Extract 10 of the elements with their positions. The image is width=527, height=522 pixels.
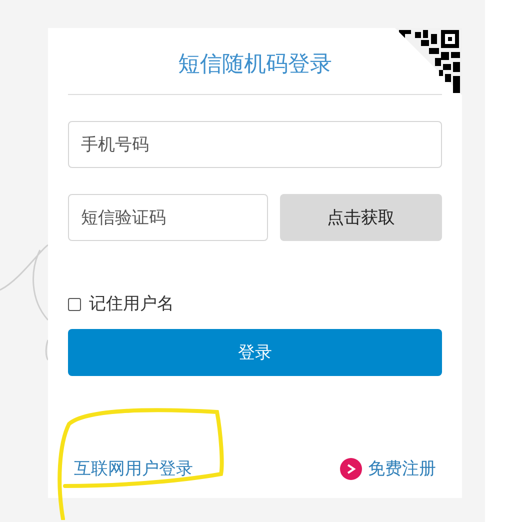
get-code-button[interactable]: 点击获取 [280, 194, 442, 241]
internet-user-login-link[interactable]: 互联网用户登录 [74, 456, 193, 482]
login-button[interactable]: 登录 [68, 329, 442, 376]
register-link[interactable]: 免费注册 [368, 456, 436, 482]
sms-code-field[interactable]: 短信验证码 [68, 194, 268, 241]
remember-label: 记住用户名 [89, 293, 174, 316]
login-title: 短信随机码登录 [178, 50, 332, 78]
phone-number-field[interactable]: 手机号码 [68, 121, 442, 168]
remember-checkbox[interactable] [68, 298, 81, 310]
chevron-icon [340, 458, 362, 480]
